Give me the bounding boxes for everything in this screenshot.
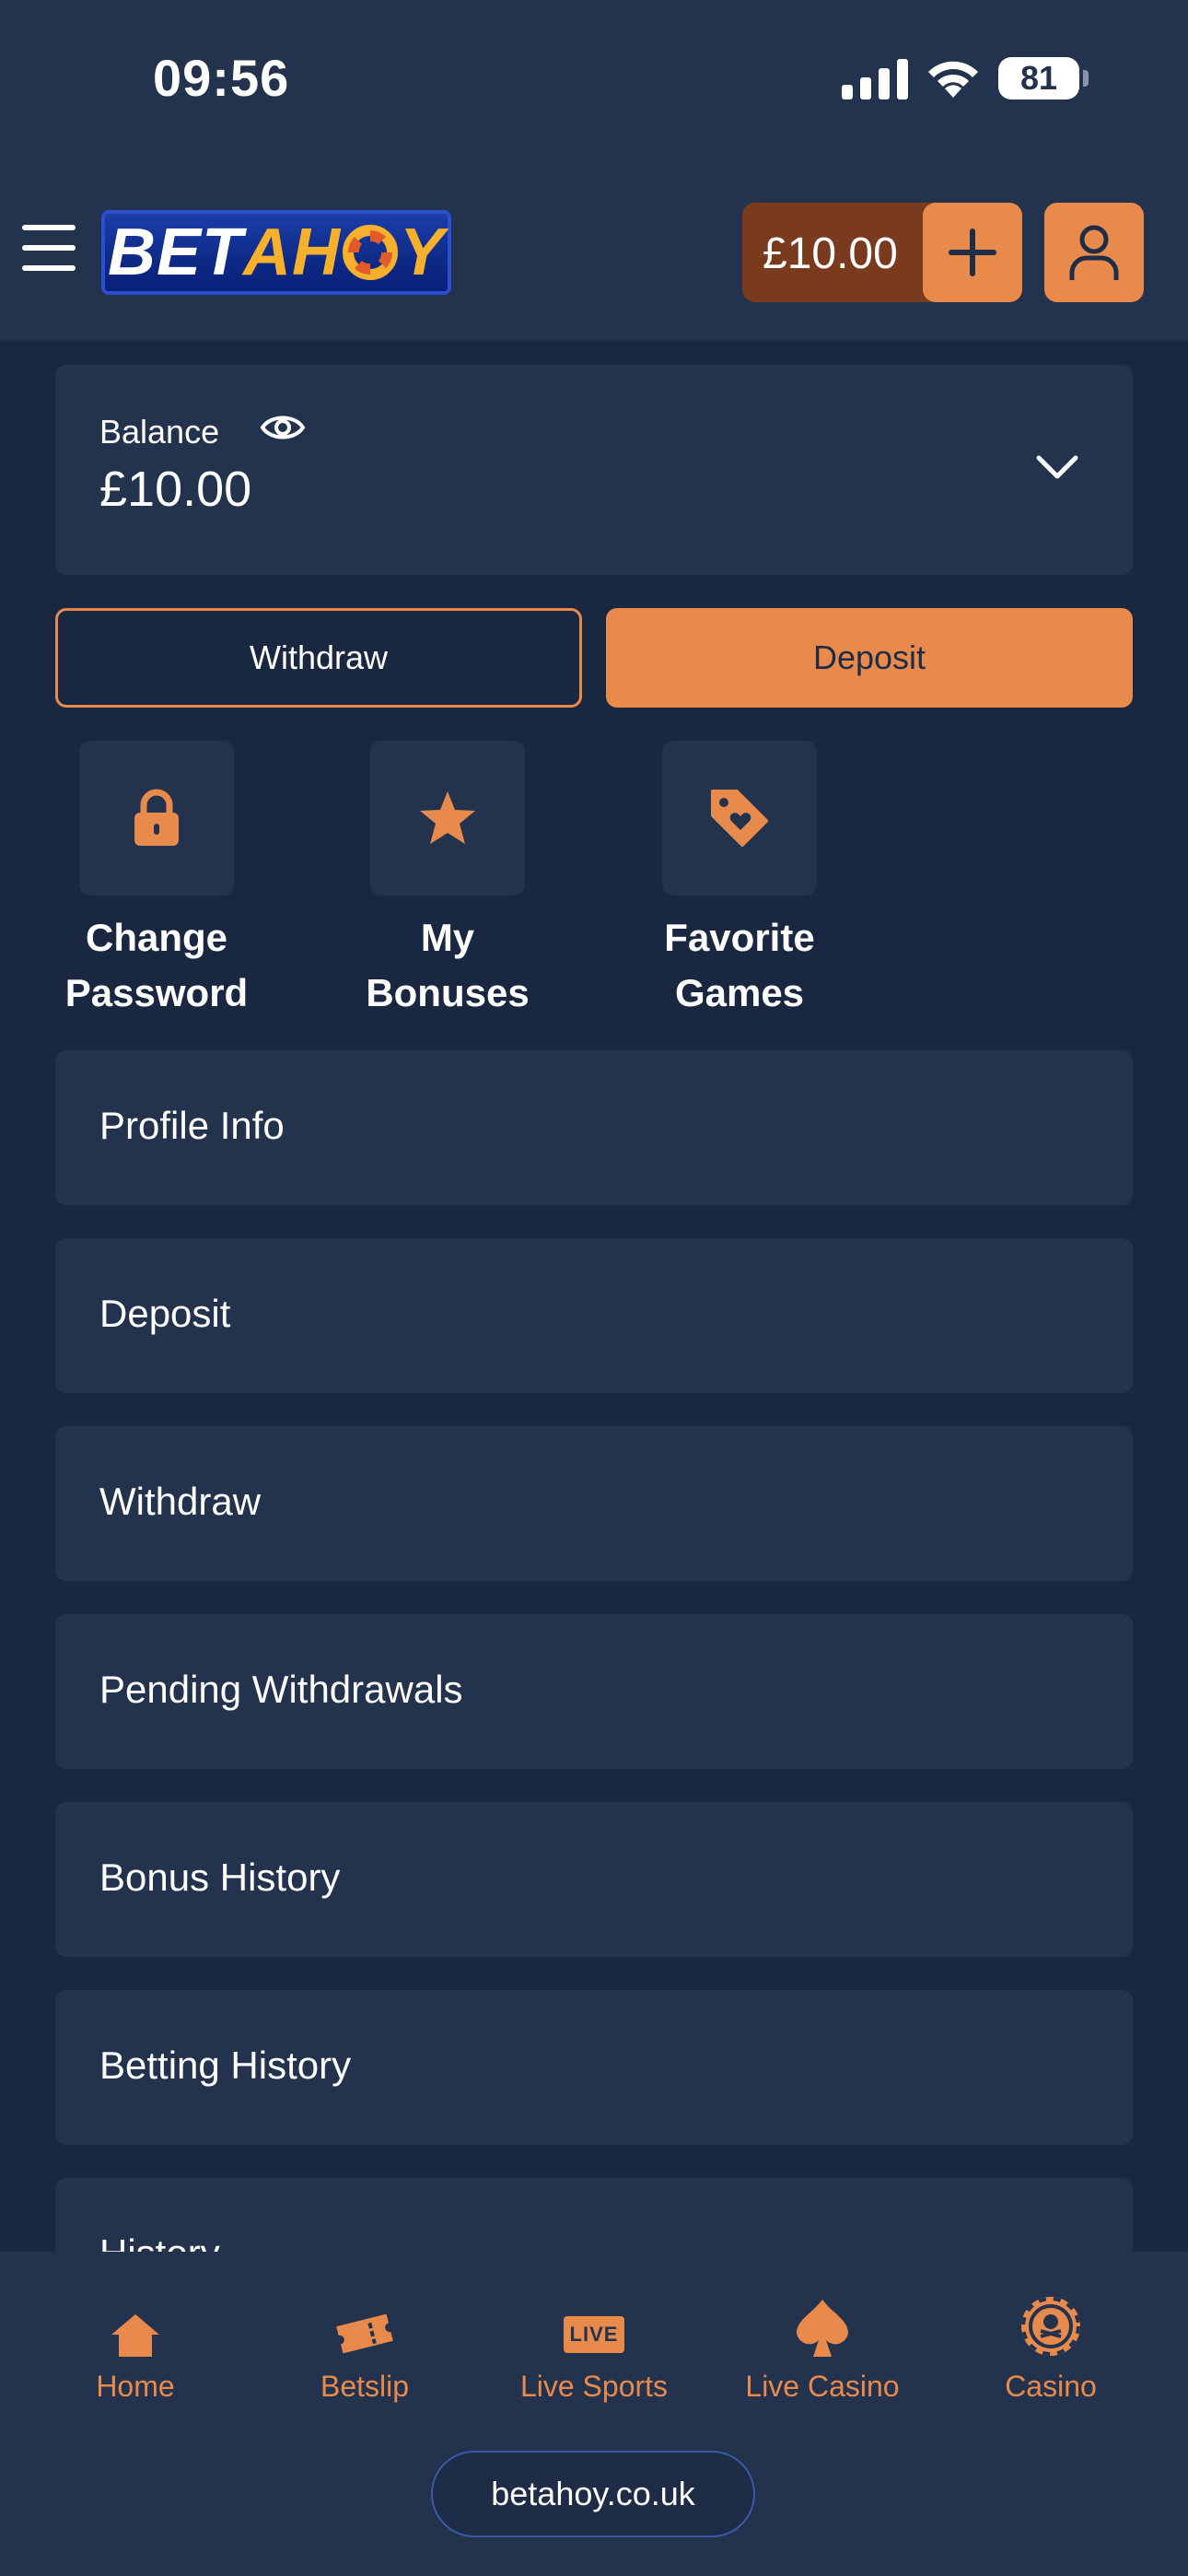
balance-label: Balance xyxy=(99,413,220,451)
nav-betslip-label: Betslip xyxy=(320,2370,410,2403)
add-funds-button[interactable] xyxy=(923,203,1022,302)
nav-casino[interactable]: Casino xyxy=(949,2285,1152,2404)
status-time: 09:56 xyxy=(153,49,290,107)
deposit-button[interactable]: Deposit xyxy=(606,608,1133,708)
user-account-button[interactable] xyxy=(1044,203,1144,302)
nav-casino-label: Casino xyxy=(1005,2370,1097,2403)
home-icon xyxy=(111,2314,159,2357)
menu-item-label: Betting History xyxy=(99,2043,352,2087)
signal-icon xyxy=(842,59,908,100)
favorite-games-label: Favorite Games xyxy=(664,916,815,1014)
star-icon xyxy=(420,791,475,844)
nav-live-casino-label: Live Casino xyxy=(745,2370,900,2403)
menu-item-label: Pending Withdrawals xyxy=(99,1668,463,1711)
wifi-icon xyxy=(928,61,978,98)
menu-item-bonus-history[interactable]: Bonus History xyxy=(55,1802,1133,1957)
menu-item-label: Bonus History xyxy=(99,1856,341,1899)
eye-icon[interactable] xyxy=(260,409,306,446)
battery-indicator: 81 xyxy=(998,57,1089,100)
lock-icon xyxy=(134,789,179,846)
menu-item-deposit[interactable]: Deposit xyxy=(55,1238,1133,1393)
status-bar: 09:56 81 xyxy=(0,0,1188,175)
my-bonuses-tile[interactable] xyxy=(370,741,525,896)
header-balance-amount: £10.00 xyxy=(763,229,898,278)
tag-heart-icon xyxy=(711,790,768,847)
live-icon: LIVE xyxy=(564,2316,624,2353)
user-icon xyxy=(1069,225,1119,280)
my-bonuses-action[interactable]: My Bonuses xyxy=(328,741,567,1021)
change-password-label: Change Password xyxy=(64,916,249,1014)
menu-item-label: Withdraw xyxy=(99,1480,262,1523)
my-bonuses-label: My Bonuses xyxy=(366,916,530,1014)
menu-item-label: Profile Info xyxy=(99,1104,285,1147)
ticket-icon xyxy=(336,2313,393,2354)
withdraw-button[interactable]: Withdraw xyxy=(55,608,582,708)
bottom-navigation: Home Betslip LIVE Live Sports Live Casin… xyxy=(0,2252,1188,2576)
menu-item-withdraw[interactable]: Withdraw xyxy=(55,1426,1133,1581)
menu-item-betting-history[interactable]: Betting History xyxy=(55,1990,1133,2145)
nav-live-sports-label: Live Sports xyxy=(519,2370,669,2403)
lifebuoy-icon xyxy=(342,225,398,280)
nav-home[interactable]: Home xyxy=(34,2285,237,2404)
nav-home-label: Home xyxy=(96,2370,175,2403)
chevron-down-icon[interactable] xyxy=(1035,453,1079,481)
nav-live-sports[interactable]: LIVE Live Sports xyxy=(493,2285,695,2404)
app-header: BET AH Y £10.00 xyxy=(0,175,1188,341)
change-password-action[interactable]: Change Password xyxy=(37,741,276,1021)
favorite-games-action[interactable]: Favorite Games xyxy=(620,741,859,1021)
nav-betslip[interactable]: Betslip xyxy=(263,2285,466,2404)
menu-item-pending-withdrawals[interactable]: Pending Withdrawals xyxy=(55,1614,1133,1769)
change-password-tile[interactable] xyxy=(79,741,234,896)
betahoy-logo[interactable]: BET AH Y xyxy=(101,210,451,295)
menu-item-label: Deposit xyxy=(99,1292,231,1335)
chip-icon xyxy=(1021,2297,1080,2356)
balance-card[interactable]: Balance £10.00 xyxy=(55,365,1133,575)
balance-value: £10.00 xyxy=(99,462,252,517)
spade-icon xyxy=(797,2300,848,2357)
nav-live-casino[interactable]: Live Casino xyxy=(721,2285,924,2404)
menu-item-profile-info[interactable]: Profile Info xyxy=(55,1050,1133,1205)
hamburger-menu-icon[interactable] xyxy=(22,225,76,271)
favorite-games-tile[interactable] xyxy=(662,741,817,896)
domain-url-pill[interactable]: betahoy.co.uk xyxy=(431,2451,755,2537)
